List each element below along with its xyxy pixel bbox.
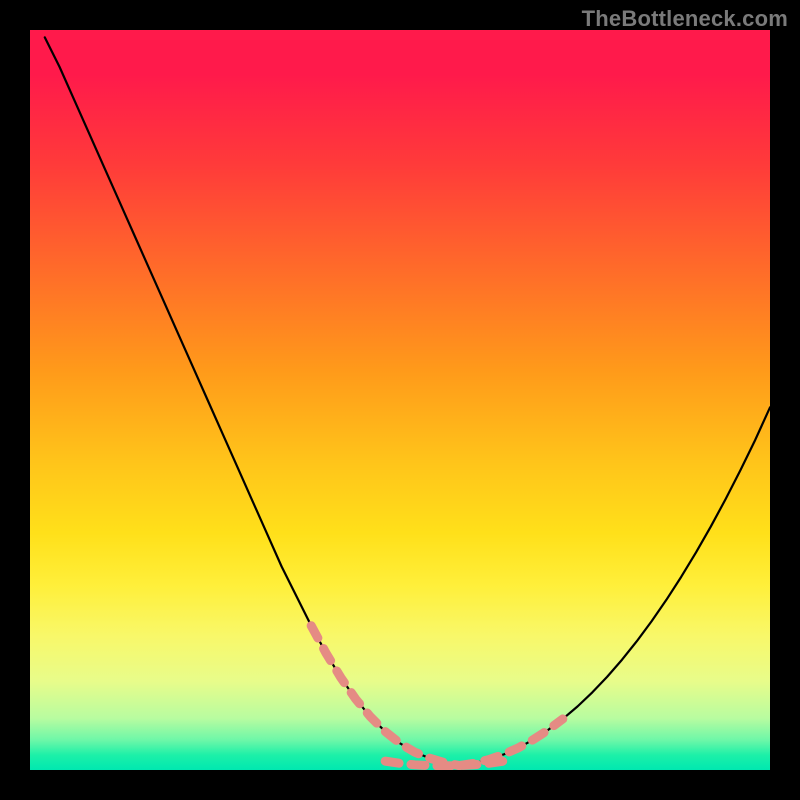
series-left-curve	[45, 37, 459, 765]
series-left-dashed-highlight	[311, 626, 459, 766]
watermark-label: TheBottleneck.com	[582, 6, 788, 32]
series-right-dashed-highlight	[459, 719, 563, 766]
chart-overlay	[30, 30, 770, 770]
chart-stage: TheBottleneck.com	[0, 0, 800, 800]
series-group	[45, 37, 770, 766]
series-bottom-dashed-highlight	[385, 761, 503, 766]
series-right-curve	[459, 407, 770, 765]
